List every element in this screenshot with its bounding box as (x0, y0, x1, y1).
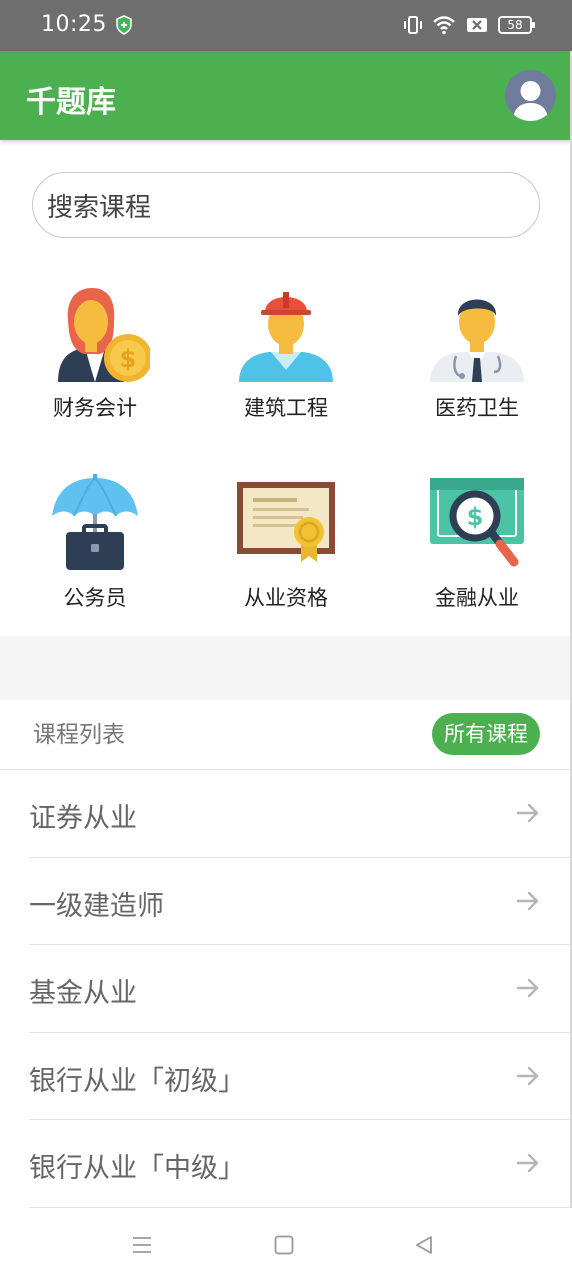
category-label: 金融从业 (435, 586, 519, 610)
avatar[interactable] (505, 70, 556, 121)
category-label: 公务员 (63, 586, 127, 610)
list-item[interactable]: 证券从业 (29, 770, 572, 858)
course-list-title: 课程列表 (33, 722, 125, 748)
list-item-label: 银行从业「初级」 (29, 1065, 245, 1097)
search-input[interactable]: 搜索课程 (32, 172, 540, 238)
section-divider (0, 636, 572, 700)
svg-text:$: $ (467, 503, 484, 531)
sim-no-signal-icon (467, 18, 487, 32)
arrow-right-icon (516, 978, 539, 998)
category-label: 建筑工程 (244, 396, 328, 420)
back-triangle-icon[interactable] (413, 1234, 435, 1256)
umbrella-briefcase-icon (52, 474, 138, 570)
app-title: 千题库 (26, 85, 116, 120)
list-item[interactable]: 银行从业「初级」 (29, 1033, 572, 1120)
all-courses-button[interactable]: 所有课程 (432, 713, 540, 755)
arrow-right-icon (516, 1066, 539, 1085)
construction-worker-icon (239, 292, 333, 382)
menu-icon[interactable] (131, 1234, 153, 1256)
app-bar: 千题库 (0, 51, 572, 140)
arrow-right-icon (516, 891, 539, 910)
accountant-icon: $ (58, 288, 150, 382)
category-qualification[interactable]: 从业资格 (211, 470, 361, 612)
arrow-right-icon (516, 803, 539, 823)
category-finance[interactable]: $ 金融从业 (402, 470, 552, 612)
arrow-right-icon (516, 1153, 539, 1173)
status-icons: 58 (404, 14, 535, 36)
shield-icon (116, 15, 132, 35)
category-label: 财务会计 (53, 396, 137, 420)
category-label: 从业资格 (244, 586, 328, 610)
search-placeholder: 搜索课程 (47, 193, 152, 223)
list-item[interactable]: 基金从业 (29, 945, 572, 1033)
home-square-icon[interactable] (273, 1234, 295, 1256)
course-list: 证券从业 一级建造师 基金从业 银行从业「初级」 银行从业「中级」 (0, 770, 572, 1208)
category-medicine[interactable]: 医药卫生 (402, 280, 552, 422)
list-item-label: 证券从业 (29, 803, 137, 834)
list-item[interactable]: 银行从业「中级」 (29, 1120, 572, 1208)
doctor-icon (430, 299, 524, 382)
svg-text:$: $ (120, 345, 137, 373)
battery-indicator: 58 (498, 16, 535, 34)
status-bar: 10:25 58 (0, 0, 572, 51)
course-list-header: 课程列表 所有课程 (0, 700, 572, 770)
category-label: 医药卫生 (435, 396, 519, 420)
status-time: 10:25 (41, 12, 107, 37)
money-search-icon: $ (430, 478, 524, 567)
category-construction[interactable]: 建筑工程 (211, 280, 361, 422)
list-item-label: 银行从业「中级」 (29, 1153, 245, 1184)
list-item[interactable]: 一级建造师 (29, 858, 572, 945)
wifi-icon (433, 16, 455, 35)
list-item-label: 一级建造师 (29, 890, 164, 922)
category-accounting[interactable]: $ 财务会计 (20, 280, 170, 422)
certificate-icon (237, 482, 335, 562)
vibrate-icon (404, 16, 422, 34)
system-nav-bar (0, 1208, 572, 1280)
list-item-label: 基金从业 (29, 978, 137, 1009)
category-civil-servant[interactable]: 公务员 (20, 470, 170, 612)
user-avatar-icon (505, 70, 556, 121)
